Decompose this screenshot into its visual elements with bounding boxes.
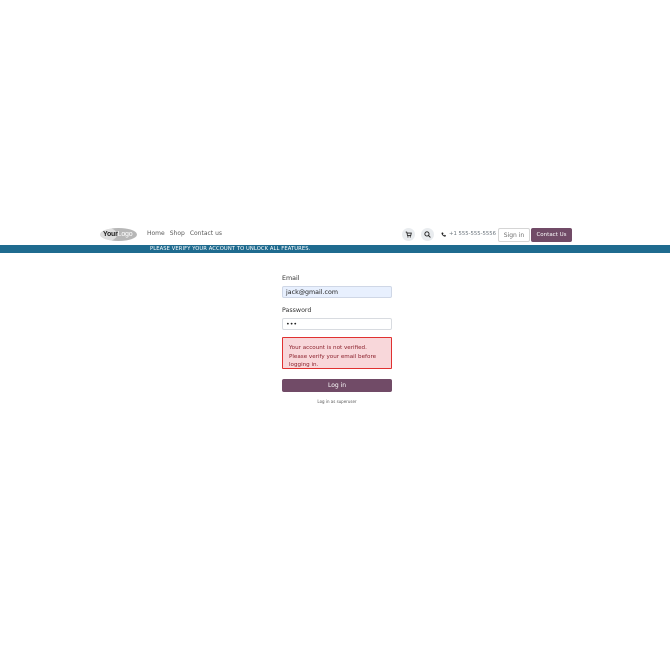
verify-banner-text: PLEASE VERIFY YOUR ACCOUNT TO UNLOCK ALL… [150, 246, 311, 252]
email-field[interactable]: jack@gmail.com [282, 286, 392, 298]
logo-text-your: Your [103, 231, 118, 238]
phone-link[interactable]: +1 555-555-5556 [441, 230, 496, 238]
site-logo[interactable]: YourLogo [100, 228, 137, 241]
contact-us-button[interactable]: Contact Us [531, 228, 572, 242]
login-button[interactable]: Log in [282, 379, 392, 392]
nav-shop[interactable]: Shop [170, 230, 185, 238]
error-alert: Your account is not verified. Please ver… [282, 337, 392, 369]
verify-banner: PLEASE VERIFY YOUR ACCOUNT TO UNLOCK ALL… [0, 245, 670, 253]
password-field[interactable]: ••• [282, 318, 392, 330]
nav-home[interactable]: Home [147, 230, 165, 238]
phone-number: +1 555-555-5556 [449, 231, 497, 237]
nav-contact[interactable]: Contact us [190, 230, 222, 238]
search-icon [424, 231, 431, 238]
password-label: Password [282, 307, 312, 314]
cart-icon [405, 231, 412, 238]
search-button[interactable] [421, 228, 434, 241]
logo-text: YourLogo [103, 229, 133, 240]
cart-button[interactable] [402, 228, 415, 241]
phone-icon [441, 232, 446, 237]
superuser-link[interactable]: Log in as superuser [282, 399, 392, 404]
site-header: YourLogo Home Shop Contact us +1 555-555… [0, 223, 670, 245]
main-nav: Home Shop Contact us [147, 230, 222, 238]
logo-text-logo: Logo [117, 231, 133, 238]
signin-button[interactable]: Sign in [498, 228, 530, 242]
email-label: Email [282, 275, 300, 282]
